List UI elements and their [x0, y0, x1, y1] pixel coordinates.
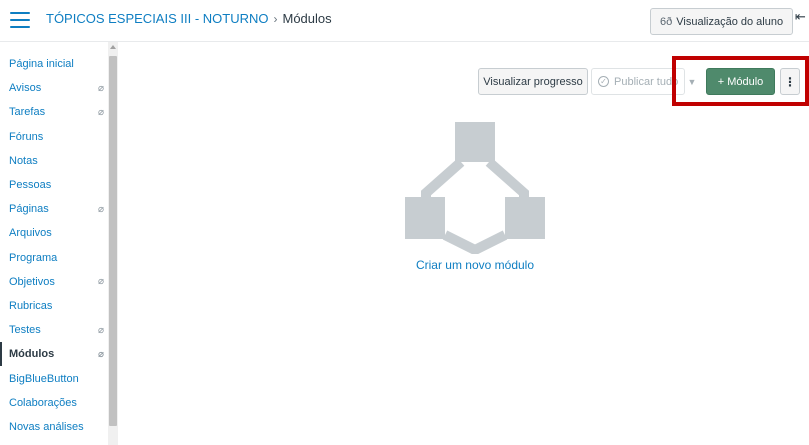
sidebar-item-label: Arquivos	[9, 227, 52, 240]
breadcrumb-current-page: Módulos	[282, 11, 332, 26]
publish-all-label: Publicar tudo	[614, 75, 679, 88]
top-header: TÓPICOS ESPECIAIS III - NOTURNO › Módulos …	[0, 0, 809, 42]
publish-all-button[interactable]: ✓ Publicar tudo	[591, 68, 685, 95]
sidebar-item-label: Módulos	[9, 348, 55, 361]
sidebar-item[interactable]: Fóruns	[0, 125, 108, 149]
sidebar-item-label: Pessoas	[9, 179, 52, 192]
collapse-sidebar-icon[interactable]: ⇤	[795, 9, 806, 25]
hidden-from-students-icon: ⌀	[97, 348, 104, 360]
student-view-button[interactable]: 6ð Visualização do aluno	[650, 8, 794, 35]
sidebar-item[interactable]: BigBlueButton	[0, 366, 108, 390]
check-circle-icon: ✓	[598, 76, 609, 87]
breadcrumb-course-link[interactable]: TÓPICOS ESPECIAIS III - NOTURNO	[46, 11, 268, 26]
hidden-from-students-icon: ⌀	[97, 82, 104, 94]
course-navigation: Página inicial Avisos ⌀ Tarefas ⌀ Fóruns Notas…	[0, 52, 108, 445]
sidebar-item-label: Testes	[9, 324, 41, 337]
sidebar-item-label: Colaborações	[9, 396, 77, 409]
sidebar-item[interactable]: Notas	[0, 149, 108, 173]
hamburger-menu-icon[interactable]	[10, 12, 30, 28]
sidebar-item[interactable]: Avisos ⌀	[0, 76, 108, 100]
sidebar-item[interactable]: Rubricas	[0, 294, 108, 318]
sidebar-item-label: Avisos	[9, 82, 42, 95]
view-progress-button[interactable]: Visualizar progresso	[478, 68, 588, 95]
more-options-button[interactable]: ⋮	[780, 68, 800, 95]
sidebar-item-label: Página inicial	[9, 58, 74, 71]
hidden-from-students-icon: ⌀	[97, 203, 104, 215]
publish-dropdown-caret-icon[interactable]: ▼	[683, 68, 701, 95]
sidebar-item[interactable]: Tarefas ⌀	[0, 100, 108, 124]
sidebar-item-label: Notas	[9, 154, 38, 167]
sidebar-item[interactable]: Pessoas	[0, 173, 108, 197]
sidebar-item-label: Páginas	[9, 203, 49, 216]
sidebar-item[interactable]: Objetivos ⌀	[0, 270, 108, 294]
sidebar-item[interactable]: Página inicial	[0, 52, 108, 76]
sidebar-scrollbar[interactable]	[108, 42, 118, 445]
sidebar-item[interactable]: Novas análises	[0, 415, 108, 439]
sidebar-item[interactable]: Testes ⌀	[0, 318, 108, 342]
sidebar-item[interactable]: Colaborações	[0, 391, 108, 415]
sidebar-item[interactable]: Arquivos	[0, 221, 108, 245]
scrollbar-thumb[interactable]	[109, 56, 117, 426]
sidebar-item-label: Novas análises	[9, 420, 84, 433]
glasses-icon: 6ð	[660, 15, 673, 28]
sidebar-item-label: Tarefas	[9, 106, 46, 119]
add-module-button[interactable]: + Módulo	[706, 68, 775, 95]
sidebar-item[interactable]: Páginas ⌀	[0, 197, 108, 221]
sidebar-item[interactable]: Programa	[0, 246, 108, 270]
sidebar-item-label: Fóruns	[9, 130, 44, 143]
sidebar-item-label: Rubricas	[9, 299, 53, 312]
sidebar-item-label: Programa	[9, 251, 58, 264]
scroll-up-arrow-icon[interactable]	[110, 45, 116, 49]
breadcrumb: TÓPICOS ESPECIAIS III - NOTURNO › Módulos	[46, 11, 332, 26]
sidebar-item[interactable]: Módulos ⌀	[0, 342, 108, 367]
hidden-from-students-icon: ⌀	[97, 324, 104, 336]
sidebar-item-label: BigBlueButton	[9, 372, 79, 385]
hidden-from-students-icon: ⌀	[97, 276, 104, 288]
sidebar-item-label: Objetivos	[9, 275, 55, 288]
modules-empty-illustration	[405, 122, 545, 254]
create-module-link[interactable]: Criar um novo módulo	[380, 258, 570, 272]
hidden-from-students-icon: ⌀	[97, 106, 104, 118]
student-view-label: Visualização do aluno	[676, 15, 784, 28]
breadcrumb-separator: ›	[273, 12, 278, 26]
